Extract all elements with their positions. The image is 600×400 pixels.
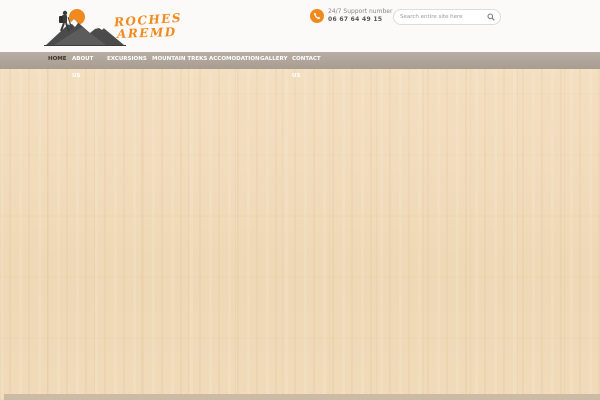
nav-item-accomodation[interactable]: ACCOMODATION: [209, 56, 260, 63]
site-header: ROCHES AREMD 24/7 Support number 06 67 6…: [0, 0, 600, 52]
search-icon[interactable]: [486, 12, 496, 22]
phone-icon: [310, 9, 324, 23]
support-contact: 24/7 Support number 06 67 64 49 15: [310, 8, 400, 28]
nav-item-home[interactable]: HOME: [48, 56, 67, 63]
support-label: 24/7 Support number: [328, 8, 393, 15]
search-box: [393, 9, 501, 25]
nav-item-about-us-line-2[interactable]: US: [72, 73, 80, 80]
nav-item-mountain-treks[interactable]: MOUNTAIN TREKS: [152, 56, 207, 63]
support-phone-number: 06 67 64 49 15: [328, 16, 383, 23]
footer-strip: [4, 394, 600, 400]
nav-item-contact-us[interactable]: CONTACT: [292, 56, 321, 63]
nav-item-about-us[interactable]: ABOUT: [72, 56, 93, 63]
nav-item-excursions[interactable]: EXCURSIONS: [107, 56, 147, 63]
wood-background: [0, 69, 600, 400]
logo-text-line-2: AREMD: [116, 24, 177, 42]
search-input[interactable]: [400, 10, 480, 24]
site-logo[interactable]: ROCHES AREMD: [44, 5, 183, 47]
nav-item-gallery[interactable]: GALLERY: [260, 56, 287, 63]
nav-item-contact-us-line-2[interactable]: US: [292, 73, 300, 80]
main-navigation: HOME ABOUT EXCURSIONS MOUNTAIN TREKS ACC…: [0, 52, 600, 69]
